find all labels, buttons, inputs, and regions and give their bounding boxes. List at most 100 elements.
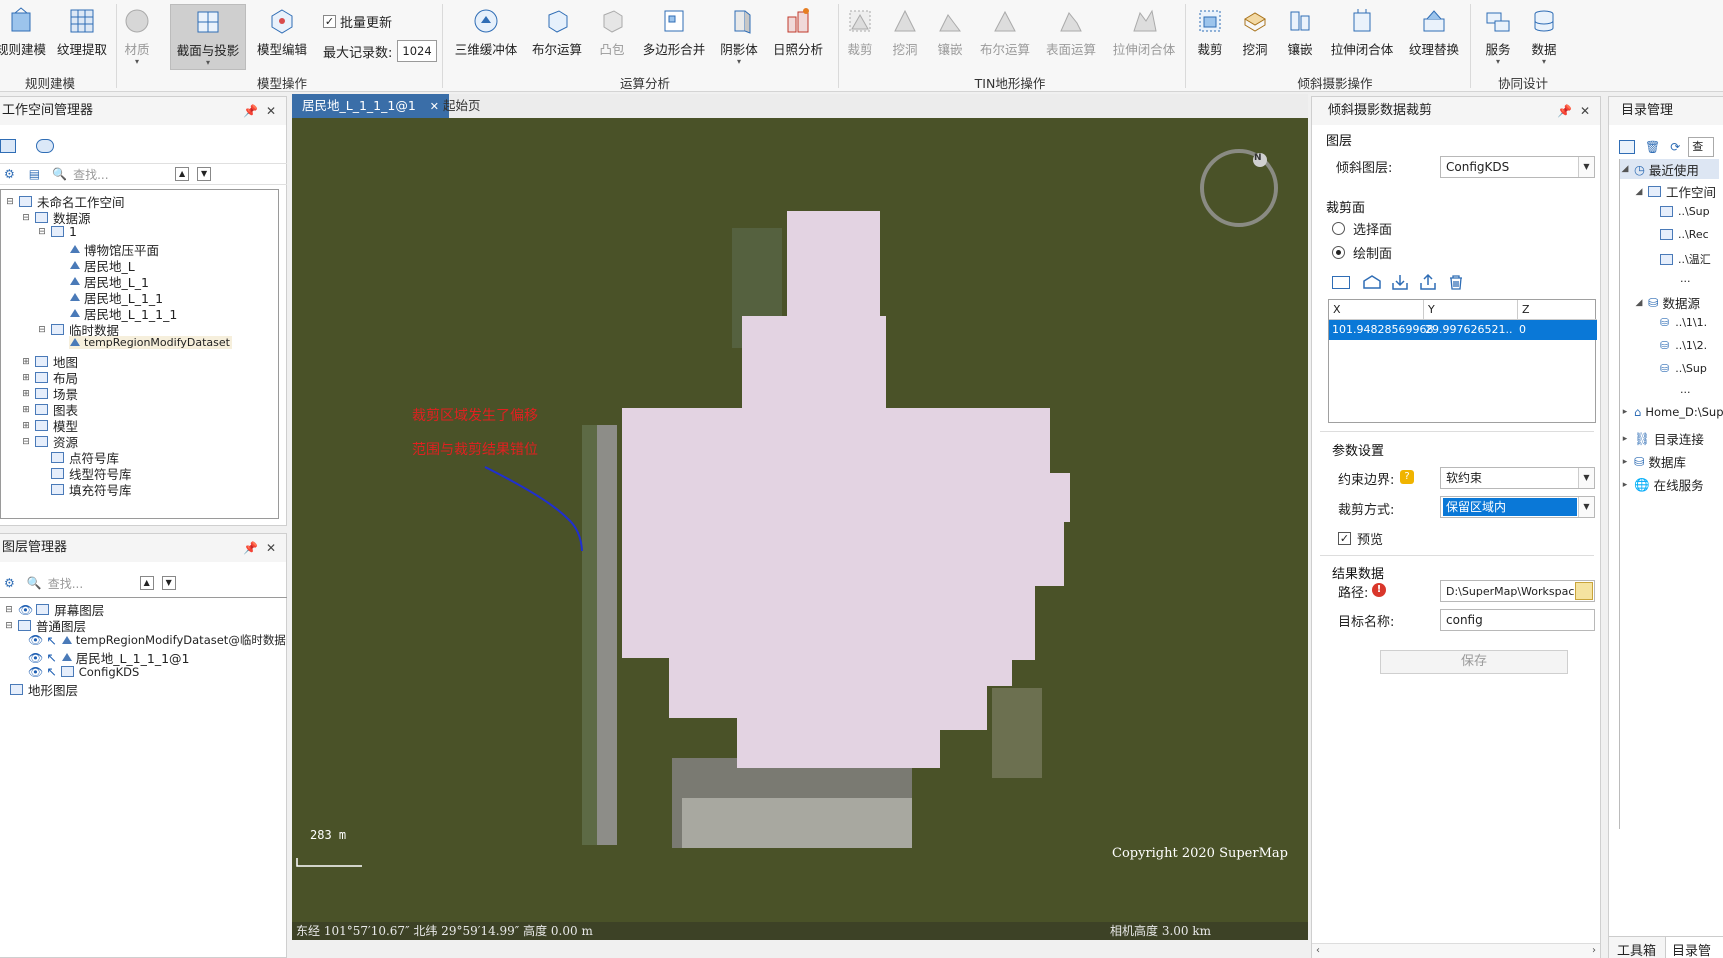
up-arrow-icon[interactable]: ▲ (175, 167, 190, 181)
max-records-input[interactable]: 1024 (397, 40, 438, 62)
radio-button[interactable] (1332, 222, 1345, 235)
radio-button-checked[interactable] (1332, 246, 1345, 259)
oblique-layer-select[interactable]: ConfigKDS ▼ (1440, 156, 1595, 178)
path-input[interactable]: D:\SuperMap\Workspace (1440, 580, 1595, 602)
open-datasource-icon[interactable] (36, 139, 54, 153)
scroll-left-icon[interactable]: ‹ (1316, 945, 1320, 956)
polygon-draw-icon[interactable] (1362, 274, 1382, 290)
model-edit-button[interactable]: 模型编辑 (250, 4, 314, 68)
up-arrow-icon[interactable]: ▲ (139, 576, 154, 590)
texture-replace-button[interactable]: 纹理替换 (1402, 4, 1466, 68)
tab-start-page[interactable]: 起始页 (433, 94, 491, 118)
tin-inlay-button[interactable]: 镶嵌 (930, 4, 970, 68)
catalog-item[interactable]: ..\Rec (1660, 228, 1709, 241)
tab-map[interactable]: 居民地_L_1_1_1@1 ✕ (292, 94, 449, 118)
export-icon[interactable] (1418, 273, 1438, 291)
tin-clip-button[interactable]: 裁剪 (840, 4, 880, 68)
material-button[interactable]: 材质 ▾ (117, 4, 157, 68)
data-button[interactable]: 数据 ▾ (1521, 4, 1567, 68)
catalog-search-input[interactable]: 查 (1688, 137, 1715, 157)
layer-item[interactable]: 地形图层 (10, 680, 78, 699)
horizontal-scrollbar[interactable]: ‹ › (1312, 943, 1600, 958)
catalog-item-more[interactable]: ... (1680, 383, 1691, 396)
catalog-item[interactable]: ..\温汇 (1660, 251, 1711, 267)
catalog-item[interactable]: ◢ 工作空间 (1634, 182, 1716, 201)
layer-item[interactable]: 👁 ↖ ConfigKDS (28, 664, 139, 679)
select-icon[interactable]: ↖ (46, 650, 56, 665)
catalog-item[interactable]: ⛁ ..\1\2. (1660, 339, 1707, 352)
down-arrow-icon[interactable]: ▼ (161, 576, 176, 590)
shadow-button[interactable]: 阴影体 ▾ (714, 4, 764, 68)
layer-search-input[interactable]: 查找... (48, 575, 128, 592)
select-icon[interactable]: ↖ (46, 664, 56, 679)
eye-icon[interactable]: 👁 (28, 651, 43, 665)
delete-icon[interactable] (1446, 273, 1466, 291)
checkbox-box[interactable]: ✓ (1338, 532, 1351, 545)
catalog-item[interactable]: ..\Sup (1660, 205, 1710, 218)
settings-icon[interactable]: ⚙ (4, 167, 15, 181)
tin-dig-button[interactable]: 挖洞 (885, 4, 925, 68)
workspace-search-input[interactable]: 查找... (73, 166, 163, 183)
tree-item-selected[interactable]: tempRegionModifyDataset (69, 336, 232, 349)
constraint-select[interactable]: 软约束 ▼ (1440, 467, 1595, 489)
new-workspace-icon[interactable] (0, 139, 16, 153)
convex-button[interactable]: 凸包 (592, 4, 632, 68)
eye-icon[interactable]: 👁 (28, 633, 43, 647)
search-icon[interactable]: 🔍 (52, 167, 67, 181)
tab-catalog[interactable]: 目录管理 (1665, 937, 1723, 958)
texture-extract-button[interactable]: 纹理提取 (51, 4, 113, 68)
close-icon[interactable]: ✕ (266, 541, 276, 555)
catalog-item[interactable]: ▸ 🌐 在线服务 (1620, 475, 1704, 494)
target-name-input[interactable]: config (1440, 609, 1595, 631)
radio-draw-face[interactable]: 绘制面 (1332, 243, 1392, 262)
refresh-icon[interactable]: ⟳ (1670, 140, 1680, 154)
tree-item[interactable]: ⊟ 1 (37, 224, 77, 239)
pin-icon[interactable]: 📌 (1557, 104, 1572, 118)
clip-mode-select[interactable]: 保留区域内 ▼ (1440, 496, 1595, 518)
pin-icon[interactable]: 📌 (243, 104, 258, 118)
close-icon[interactable]: ✕ (266, 104, 276, 118)
radio-select-face[interactable]: 选择面 (1332, 219, 1392, 238)
oblique-inlay-button[interactable]: 镶嵌 (1280, 4, 1320, 68)
polygon-merge-button[interactable]: 多边形合并 (638, 4, 710, 68)
search-icon[interactable]: 🔍 (27, 576, 42, 590)
tin-boolean-button[interactable]: 布尔运算 (974, 4, 1036, 68)
pin-icon[interactable]: 📌 (243, 541, 258, 555)
tab-toolbox[interactable]: 工具箱 (1617, 940, 1656, 958)
catalog-item[interactable]: ▸ ⛓ 目录连接 (1620, 429, 1704, 448)
eye-icon[interactable]: 👁 (18, 603, 33, 617)
save-button[interactable]: 保存 (1380, 650, 1568, 674)
preview-checkbox[interactable]: ✓ 预览 (1338, 529, 1383, 548)
select-icon[interactable]: ↖ (46, 633, 56, 648)
oblique-dig-button[interactable]: 挖洞 (1235, 4, 1275, 68)
close-icon[interactable]: ✕ (1580, 104, 1590, 118)
rule-model-button[interactable]: 规则建模 (0, 4, 52, 68)
catalog-item[interactable]: ◢ ⛁ 数据源 (1634, 293, 1700, 312)
folder-icon[interactable] (1575, 582, 1593, 600)
layer-item[interactable]: 👁 ↖ tempRegionModifyDataset@临时数据 (28, 632, 286, 648)
import-icon[interactable] (1390, 273, 1410, 291)
settings-icon[interactable]: ⚙ (4, 576, 15, 590)
section-projection-button[interactable]: 截面与投影 ▾ (170, 4, 246, 70)
service-button[interactable]: 服务 ▾ (1475, 4, 1521, 68)
tin-surface-button[interactable]: 表面运算 (1040, 4, 1102, 68)
help-icon[interactable]: ? (1400, 470, 1414, 484)
boolean-button[interactable]: 布尔运算 (526, 4, 588, 68)
catalog-item[interactable]: ▸ ⌂ Home_D:\Sup (1620, 405, 1723, 419)
buffer3d-button[interactable]: 三维缓冲体 (451, 4, 521, 68)
checkbox-box[interactable]: ✓ (323, 15, 336, 28)
delete-icon[interactable]: 🗑 (1645, 140, 1660, 154)
catalog-item[interactable]: ▸ ⛁ 数据库 (1620, 452, 1686, 471)
catalog-item[interactable]: ⛁ ..\1\1. (1660, 316, 1707, 329)
catalog-item-recent[interactable]: ◢ ◷ 最近使用 (1620, 159, 1719, 179)
new-folder-icon[interactable] (1619, 140, 1635, 154)
scroll-right-icon[interactable]: › (1592, 945, 1596, 956)
down-arrow-icon[interactable]: ▼ (197, 167, 212, 181)
batch-update-checkbox[interactable]: ✓ 批量更新 (323, 12, 392, 31)
eye-icon[interactable]: 👁 (28, 665, 43, 679)
catalog-item-more[interactable]: ... (1680, 272, 1691, 285)
sunlight-button[interactable]: 日照分析 (766, 4, 830, 68)
rectangle-draw-icon[interactable] (1332, 275, 1350, 289)
table-row[interactable]: 101.94828569968 29.997626521... 0 (1329, 320, 1597, 340)
scene-view[interactable]: N 裁剪区域发生了偏移 范围与裁剪结果错位 283 m Copyright 20… (292, 118, 1308, 940)
